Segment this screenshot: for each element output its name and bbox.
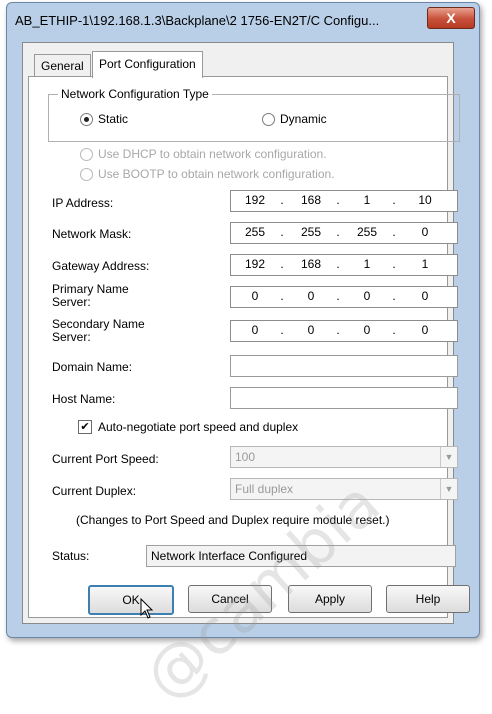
help-button[interactable]: Help [386, 585, 470, 613]
network-mask-label: Network Mask: [52, 227, 132, 241]
port-speed-select: 100 ▼ [230, 446, 458, 468]
domain-name-label: Domain Name: [52, 360, 133, 374]
secondary-octet-4: 0 [421, 323, 429, 337]
close-button[interactable]: X [427, 7, 475, 29]
gateway-octet-3: 1 [363, 257, 371, 271]
domain-name-field[interactable] [230, 355, 458, 377]
host-name-field[interactable] [230, 387, 458, 409]
primary-octet-4: 0 [421, 289, 429, 303]
dynamic-radio-label: Dynamic [280, 112, 327, 126]
ok-button[interactable]: OK [88, 585, 174, 615]
static-radio[interactable] [80, 113, 93, 126]
tab-general[interactable]: General [34, 54, 91, 77]
title-bar[interactable]: AB_ETHIP-1\192.168.1.3\Backplane\2 1756-… [7, 3, 479, 39]
gateway-octet-2: 168 [300, 257, 322, 271]
ip-octet-2: 168 [300, 193, 322, 207]
dhcp-radio [80, 148, 93, 161]
port-speed-label: Current Port Speed: [52, 452, 159, 466]
gateway-octet-4: 1 [421, 257, 429, 271]
secondary-octet-2: 0 [307, 323, 315, 337]
mask-octet-1: 255 [244, 225, 266, 239]
ip-address-label: IP Address: [52, 196, 114, 210]
checkmark-icon: ✔ [80, 421, 90, 433]
primary-name-server-label: Primary Name Server: [52, 282, 129, 309]
tab-port-configuration[interactable]: Port Configuration [92, 51, 203, 78]
static-radio-label: Static [98, 112, 129, 126]
host-name-label: Host Name: [52, 392, 116, 406]
mask-octet-2: 255 [300, 225, 322, 239]
chevron-down-icon: ▼ [440, 479, 457, 499]
status-label: Status: [52, 549, 90, 563]
primary-octet-3: 0 [363, 289, 371, 303]
secondary-octet-1: 0 [251, 323, 259, 337]
secondary-name-server-field[interactable]: 0 . 0 . 0 . 0 [230, 320, 458, 342]
ip-address-field[interactable]: 192 . 168 . 1 . 10 [230, 190, 458, 212]
duplex-label: Current Duplex: [52, 484, 137, 498]
secondary-name-server-label: Secondary Name Server: [52, 317, 145, 344]
window-title: AB_ETHIP-1\192.168.1.3\Backplane\2 1756-… [15, 13, 380, 28]
bootp-radio-label: Use BOOTP to obtain network configuratio… [98, 167, 335, 181]
dhcp-radio-label: Use DHCP to obtain network configuration… [98, 147, 327, 161]
close-icon: X [446, 10, 456, 26]
secondary-octet-3: 0 [363, 323, 371, 337]
bootp-radio [80, 168, 93, 181]
mask-octet-3: 255 [356, 225, 378, 239]
auto-negotiate-checkbox[interactable]: ✔ [78, 420, 92, 434]
dynamic-radio[interactable] [262, 113, 275, 126]
mouse-pointer-icon [140, 598, 154, 619]
group-legend: Network Configuration Type [58, 87, 212, 101]
primary-octet-2: 0 [307, 289, 315, 303]
network-mask-field[interactable]: 255 . 255 . 255 . 0 [230, 222, 458, 244]
gateway-address-field[interactable]: 192 . 168 . 1 . 1 [230, 254, 458, 276]
chevron-down-icon: ▼ [440, 447, 457, 467]
gateway-octet-1: 192 [244, 257, 266, 271]
auto-negotiate-label: Auto-negotiate port speed and duplex [98, 420, 299, 434]
primary-name-server-field[interactable]: 0 . 0 . 0 . 0 [230, 286, 458, 308]
duplex-value: Full duplex [235, 482, 294, 496]
ip-octet-1: 192 [244, 193, 266, 207]
ip-octet-3: 1 [363, 193, 371, 207]
primary-octet-1: 0 [251, 289, 259, 303]
ip-octet-4: 10 [418, 193, 432, 207]
mask-octet-4: 0 [421, 225, 429, 239]
port-speed-value: 100 [235, 450, 256, 464]
gateway-address-label: Gateway Address: [52, 259, 150, 273]
